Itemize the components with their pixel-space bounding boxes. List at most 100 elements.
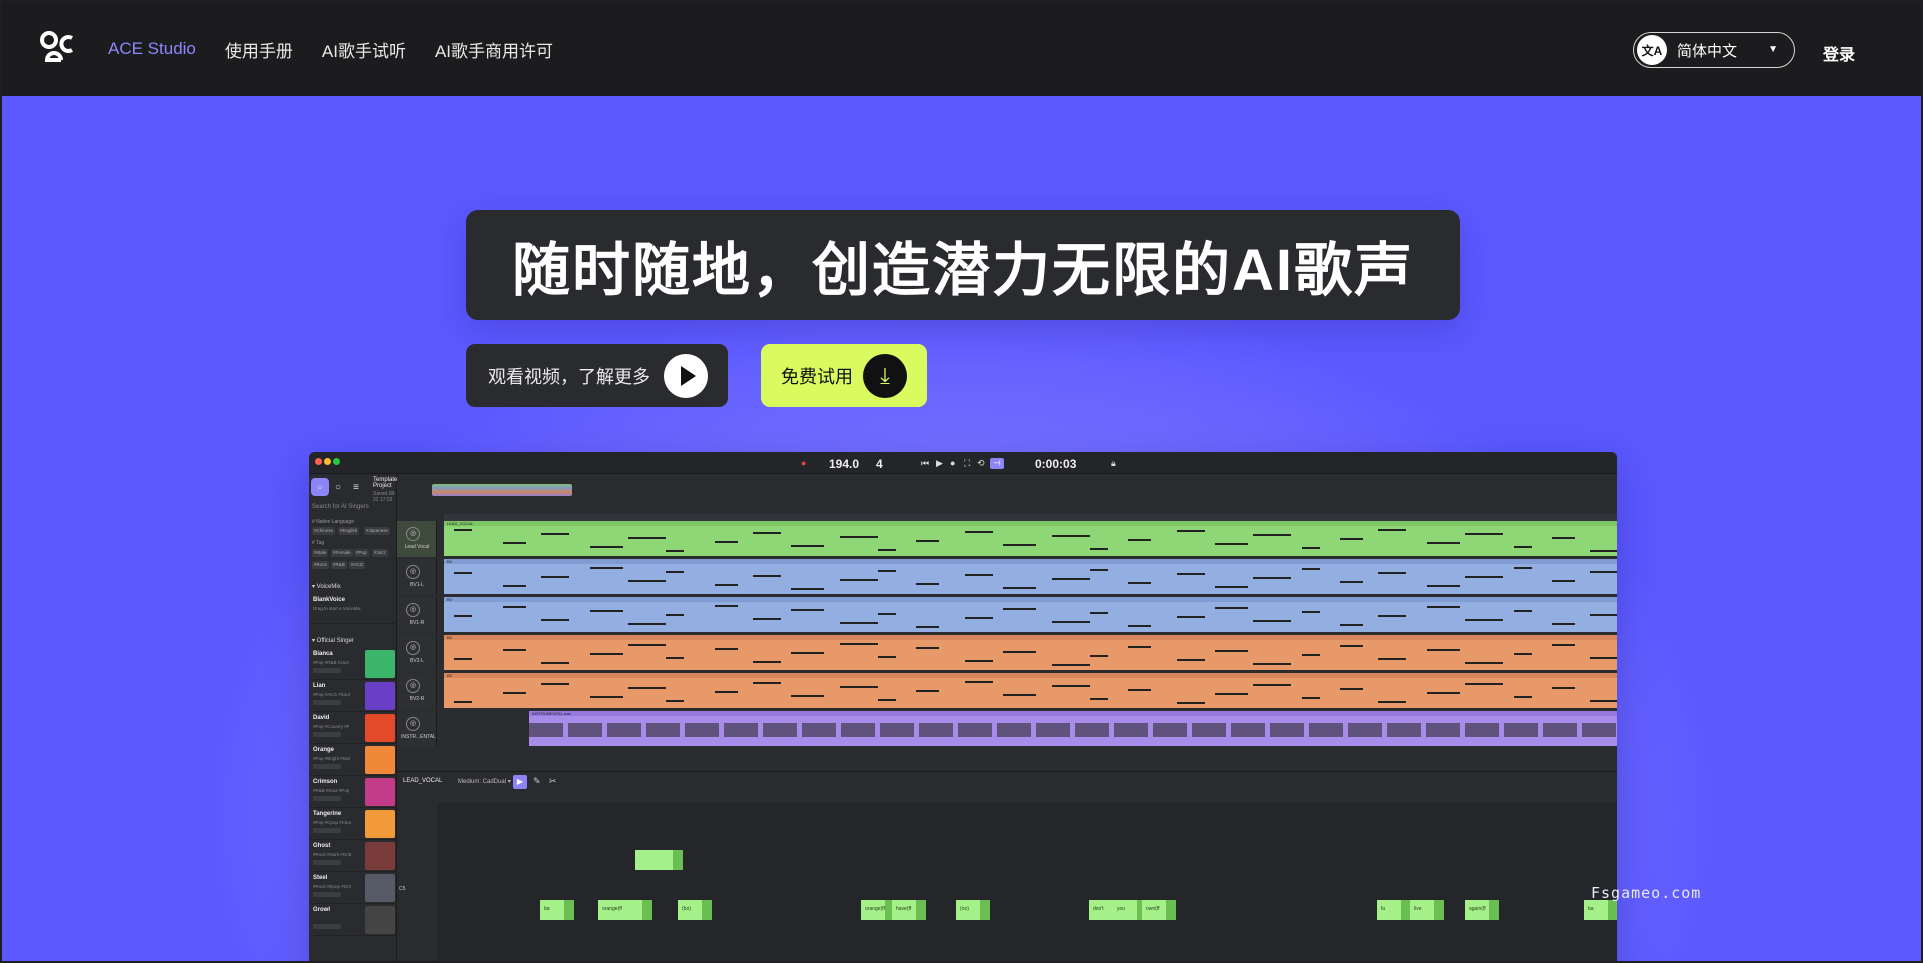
singer-item[interactable]: Steel #Rock #Epop #Grit xyxy=(309,872,397,904)
singer-item[interactable]: Ghost #Rock #Dark #Gritt xyxy=(309,840,397,872)
chip-pop[interactable]: #Pop xyxy=(354,549,369,557)
note-dash xyxy=(753,575,781,577)
singer-detail-button[interactable] xyxy=(313,700,341,705)
singer-knob-icon[interactable]: ◎ xyxy=(406,679,420,693)
piano-note[interactable]: ba xyxy=(540,900,574,920)
note-dash xyxy=(1052,685,1090,687)
track-header[interactable]: ◎ BV2-R xyxy=(397,673,437,709)
singer-knob-icon[interactable]: ◎ xyxy=(406,565,420,579)
chip-female[interactable]: #Female xyxy=(331,549,353,557)
piano-note[interactable]: fu xyxy=(1377,900,1411,920)
note-dash xyxy=(753,682,781,684)
language-select[interactable]: 文A 简体中文 ▼ xyxy=(1633,32,1795,68)
nav-link-license[interactable]: AI歌手商用许可 xyxy=(435,37,553,62)
chip-acg[interactable]: #ACG xyxy=(349,561,366,569)
singer-search-input[interactable]: Search for AI Singers xyxy=(312,504,394,514)
singer-item[interactable]: Bianca #Pop #R&B #Jazz xyxy=(309,648,397,680)
singer-tags: #Pop #ACG #Soul xyxy=(313,692,350,697)
note-dash xyxy=(916,583,939,585)
user-tab-icon[interactable]: ○ xyxy=(329,478,347,496)
official-singer-header[interactable]: ▾ Official Singer xyxy=(312,637,354,644)
singer-item[interactable]: Lian #Pop #ACG #Soul xyxy=(309,680,397,712)
chip-rock[interactable]: #Rock xyxy=(312,561,329,569)
singer-detail-button[interactable] xyxy=(313,668,341,673)
track-lane[interactable]: INSTRUMENTAL.wav xyxy=(529,711,1617,746)
singer-knob-icon[interactable]: ◎ xyxy=(406,527,420,541)
note-lyric: orange(ff xyxy=(865,906,885,912)
note-lyric: (bo) xyxy=(682,906,691,912)
settings-tab-icon[interactable]: ≡ xyxy=(347,478,365,496)
select-tool-icon[interactable]: ▶ xyxy=(513,775,527,789)
piano-note[interactable]: (no) xyxy=(956,900,990,920)
chip-male[interactable]: #Male xyxy=(312,549,329,557)
note-lyric: you xyxy=(1117,906,1126,912)
stop-icon: ● xyxy=(950,458,956,468)
note-dash xyxy=(1427,542,1460,544)
track-header[interactable]: ◎ INSTR...ENTAL xyxy=(397,711,437,747)
singer-item[interactable]: Growl xyxy=(309,904,397,936)
native-language-label: # Native Language xyxy=(312,519,354,525)
nav-link-manual[interactable]: 使用手册 xyxy=(225,37,293,62)
voicemix-header[interactable]: ▾ VoiceMix xyxy=(312,583,341,590)
singer-detail-button[interactable] xyxy=(313,828,341,833)
singer-item[interactable]: Tangerine #Pop #Cpop #Clea xyxy=(309,808,397,840)
ace-logo[interactable] xyxy=(39,30,75,68)
piano-note[interactable]: orange(ff xyxy=(861,900,895,920)
chip-jazz[interactable]: #Jazz xyxy=(372,549,388,557)
free-trial-button[interactable]: 免费试用 ⤓ xyxy=(761,344,927,407)
blank-voice-item[interactable]: BlankVoice Drag to start a VoiceMix xyxy=(309,594,397,624)
note-dash xyxy=(1340,538,1363,540)
piano-note[interactable]: again(ff xyxy=(1465,900,1499,920)
track-lane[interactable]: LEAD_VOCAL xyxy=(444,521,1617,556)
piano-note[interactable]: orange(ff xyxy=(598,900,652,920)
singer-detail-button[interactable] xyxy=(313,732,341,737)
watch-video-button[interactable]: 观看视频，了解更多 xyxy=(466,344,728,407)
track-lane[interactable]: BV xyxy=(444,559,1617,594)
singer-tags: #Pop #R&B #Jazz xyxy=(313,660,350,665)
track-lane[interactable]: BV xyxy=(444,597,1617,632)
note-dash xyxy=(1177,573,1205,575)
note-dash xyxy=(1590,657,1617,659)
waveform-segment xyxy=(1231,723,1265,737)
chip-english[interactable]: #English xyxy=(338,527,360,535)
track-header[interactable]: ◎ Lead Vocal xyxy=(397,521,437,557)
chip-japanese[interactable]: #Japanese xyxy=(364,527,391,535)
singer-item[interactable]: Orange #Pop #Bright #Idol xyxy=(309,744,397,776)
editor-mode-select[interactable]: Medium: CadDual ▾ xyxy=(458,778,511,785)
piano-note[interactable]: have(ff xyxy=(892,900,926,920)
track-header[interactable]: ◎ BV2-L xyxy=(397,635,437,671)
singer-detail-button[interactable] xyxy=(313,796,341,801)
note-dash xyxy=(1590,700,1617,702)
scissors-tool-icon[interactable]: ✂ xyxy=(549,776,557,787)
track-lane[interactable]: BV xyxy=(444,673,1617,708)
singer-detail-button[interactable] xyxy=(313,892,341,897)
pencil-tool-icon[interactable]: ✎ xyxy=(533,776,541,787)
note-dash xyxy=(1052,664,1090,666)
chip-chinese[interactable]: #Chinese xyxy=(312,527,336,535)
singer-detail-button[interactable] xyxy=(313,860,341,865)
singer-detail-button[interactable] xyxy=(313,764,341,769)
waveform-segment xyxy=(802,723,836,737)
singer-item[interactable]: David #Pop #Country #F xyxy=(309,712,397,744)
singer-item[interactable]: Crimson #R&B #Soul #Pop xyxy=(309,776,397,808)
track-lane[interactable]: BV xyxy=(444,635,1617,670)
nav-brand-link[interactable]: ACE Studio xyxy=(108,39,196,59)
piano-note[interactable]: (bo) xyxy=(678,900,712,920)
search-tab-icon[interactable]: ⌕ xyxy=(311,478,329,496)
note-dash xyxy=(916,626,939,628)
track-header[interactable]: ◎ BV1-R xyxy=(397,597,437,633)
login-link[interactable]: 登录 xyxy=(1823,41,1855,65)
singer-knob-icon[interactable]: ◎ xyxy=(406,717,420,731)
piano-note[interactable]: own(ff xyxy=(1142,900,1176,920)
singer-detail-button[interactable] xyxy=(313,924,341,929)
piano-note[interactable]: live xyxy=(1410,900,1444,920)
piano-note[interactable]: ba xyxy=(1584,900,1617,920)
track-header[interactable]: ◎ BV1-L xyxy=(397,559,437,595)
piano-note-high[interactable] xyxy=(635,850,683,870)
nav-link-singer-demo[interactable]: AI歌手试听 xyxy=(322,37,406,62)
project-saved: Saved 08-22 17:03 xyxy=(373,491,396,503)
translate-icon: 文A xyxy=(1637,35,1667,65)
singer-knob-icon[interactable]: ◎ xyxy=(406,603,420,617)
singer-knob-icon[interactable]: ◎ xyxy=(406,641,420,655)
chip-rnb[interactable]: #R&B xyxy=(331,561,347,569)
